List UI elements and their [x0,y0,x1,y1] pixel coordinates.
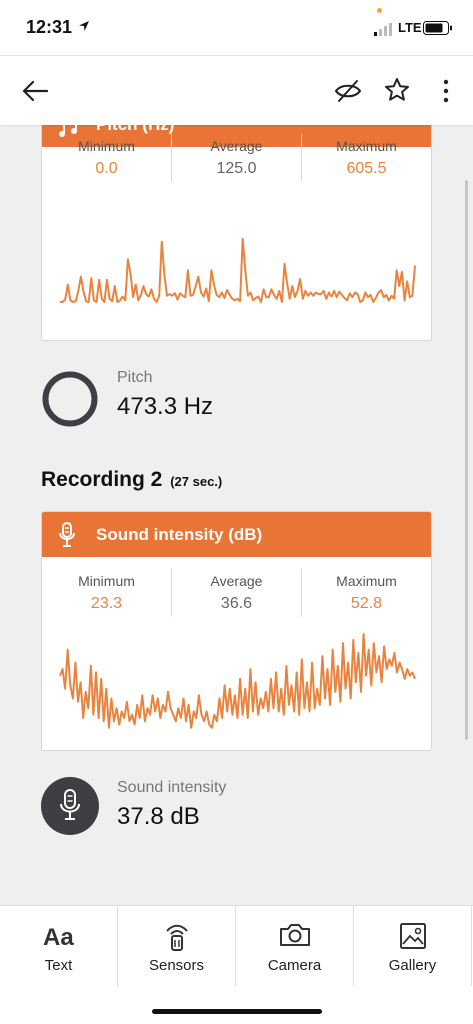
camera-icon [236,922,353,950]
stat-value: 605.5 [346,160,387,177]
reading-label: Sound intensity [117,779,227,796]
reading-value: 37.8 dB [117,803,200,830]
series-line [60,237,416,303]
stat-value: 36.6 [220,595,253,612]
stat-value: 23.3 [90,595,123,612]
sensors-icon [118,922,235,951]
more-vertical-icon[interactable] [440,79,452,103]
stat-maximum: Maximum 52.8 [301,569,431,617]
tab-text[interactable]: Aa Text [0,906,118,986]
pitch-card: Pitch (Hz) Minimum 0.0 Average 125.0 Max… [41,125,432,341]
app-header [0,55,473,125]
status-bar: 12:31 LTE [0,0,473,55]
card-header: Sound intensity (dB) [42,512,431,557]
tab-label: Camera [267,957,322,974]
svg-text:Aa: Aa [43,924,74,950]
microphone-icon [59,522,75,547]
eye-off-icon[interactable] [334,79,362,103]
stat-value: 0.0 [95,160,118,177]
stat-average: Average 36.6 [171,569,301,617]
stat-label: Minimum [78,138,135,154]
tab-gallery[interactable]: Gallery [354,906,472,986]
stats-row: Minimum 0.0 Average 125.0 Maximum 605.5 [42,134,431,182]
stat-minimum: Minimum 0.0 [42,134,171,182]
sound-intensity-card: Sound intensity (dB) Minimum 23.3 Averag… [41,511,432,751]
pitch-reading: Pitch 473.3 Hz [41,367,441,431]
scroll-content[interactable]: Pitch (Hz) Minimum 0.0 Average 125.0 Max… [0,125,473,905]
star-outline-icon[interactable] [384,77,410,103]
stat-average: Average 125.0 [171,134,301,182]
stat-label: Maximum [336,138,397,154]
tab-sensors[interactable]: Sensors [118,906,236,986]
recording-name: Recording 2 [41,468,163,491]
series-line [59,633,416,729]
tab-label: Gallery [388,957,437,974]
scrollbar[interactable] [465,180,468,740]
stat-minimum: Minimum 23.3 [42,569,171,617]
reading-value: 473.3 Hz [117,393,214,420]
stat-label: Maximum [336,573,397,589]
network-type: LTE [398,20,422,35]
battery-icon [423,21,452,35]
recording-indicator-dot [377,8,382,13]
bottom-navigation: Aa Text Sensors Camera Gallery [0,905,473,1024]
status-time: 12:31 [26,17,73,37]
arrow-left-icon[interactable] [22,80,48,102]
reading-label: Pitch [117,369,153,386]
recording-title: Recording 2 (27 sec.) [41,468,222,492]
text-icon: Aa [0,922,117,950]
cellular-signal-icon [374,23,392,36]
stat-label: Average [210,573,263,589]
sound-intensity-reading: Sound intensity 37.8 dB [41,777,441,841]
recording-duration: (27 sec.) [170,474,223,489]
stat-maximum: Maximum 605.5 [301,134,431,182]
tab-label: Sensors [148,957,205,974]
stat-label: Minimum [78,573,135,589]
stat-label: Average [210,138,263,154]
tab-label: Text [44,957,73,974]
sound-intensity-line-chart [59,633,416,729]
gallery-icon [354,922,471,950]
location-arrow-icon [79,21,89,31]
card-title: Sound intensity (dB) [96,525,263,544]
circle-outline-icon [42,371,98,427]
microphone-icon [41,777,99,835]
pitch-line-chart [60,237,416,303]
stat-value: 52.8 [350,595,383,612]
stat-value: 125.0 [216,160,257,177]
tab-camera[interactable]: Camera [236,906,354,986]
home-indicator [152,1009,322,1014]
stats-row: Minimum 23.3 Average 36.6 Maximum 52.8 [42,569,431,617]
